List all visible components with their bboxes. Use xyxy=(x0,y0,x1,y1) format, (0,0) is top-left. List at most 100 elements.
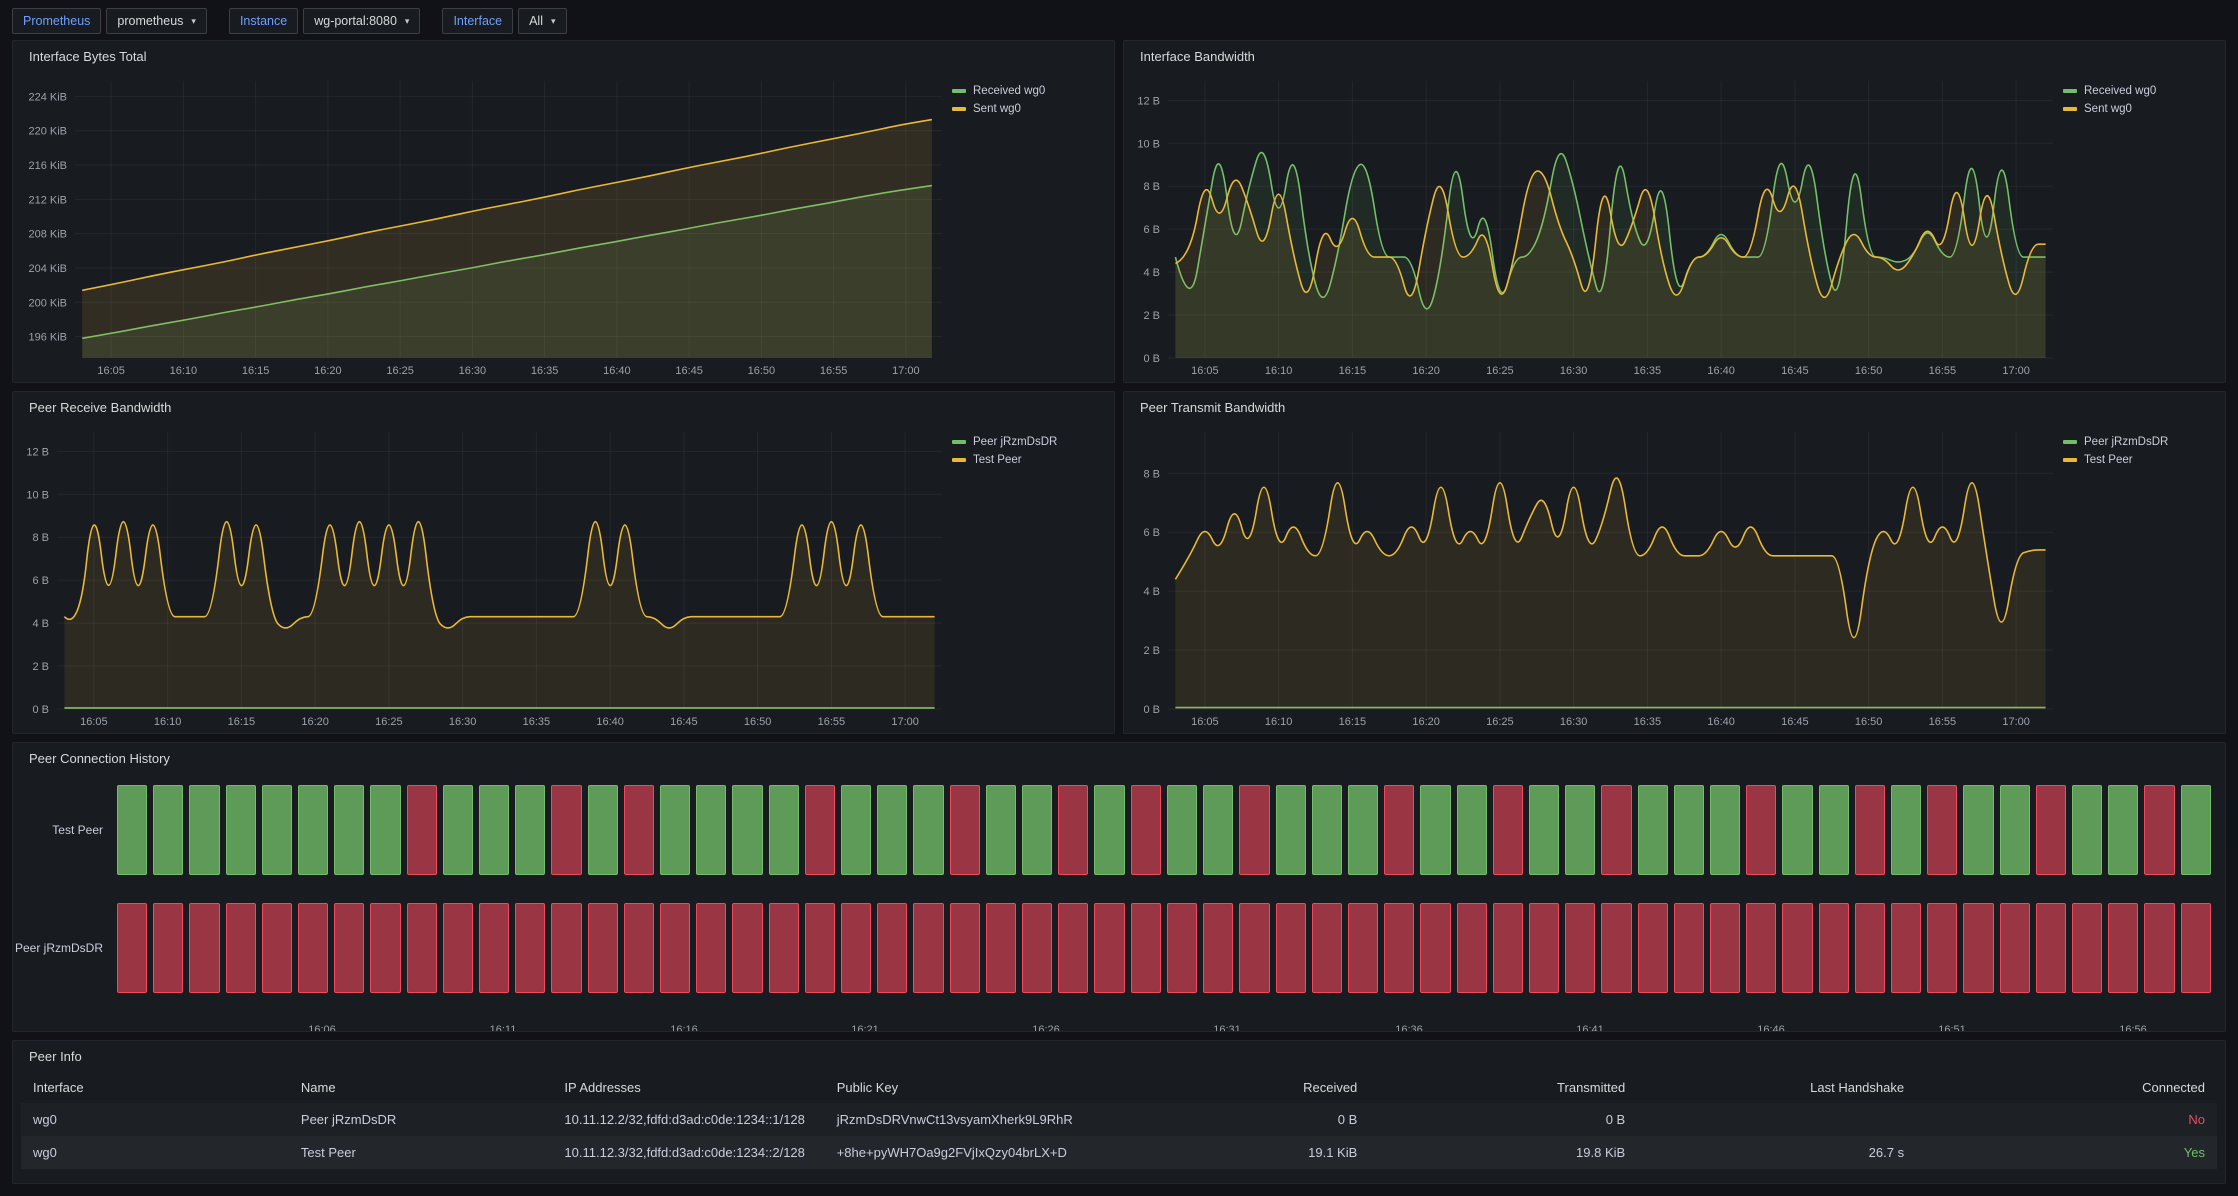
svg-text:16:25: 16:25 xyxy=(386,365,414,377)
panel-title[interactable]: Peer Info xyxy=(13,1041,2225,1071)
panel-title[interactable]: Interface Bandwidth xyxy=(1124,41,2225,71)
svg-text:220 KiB: 220 KiB xyxy=(28,126,67,138)
panel-interface-bytes-total: Interface Bytes Total 16:0516:1016:1516:… xyxy=(12,40,1115,383)
panel-title[interactable]: Peer Transmit Bandwidth xyxy=(1124,392,2225,422)
legend-item[interactable]: Sent wg0 xyxy=(2063,103,2211,115)
col-header-last-handshake[interactable]: Last Handshake xyxy=(1637,1071,1916,1103)
variables-toolbar: Prometheus prometheus ▾ Instance wg-port… xyxy=(0,0,2238,40)
peer-transmit-bandwidth-chart[interactable]: 16:0516:1016:1516:2016:2516:3016:3516:40… xyxy=(1132,422,2059,731)
svg-text:2 B: 2 B xyxy=(1143,310,1160,322)
interface-bandwidth-chart[interactable]: 16:0516:1016:1516:2016:2516:3016:3516:40… xyxy=(1132,71,2059,380)
col-header-connected[interactable]: Connected xyxy=(1916,1071,2217,1103)
timeline-axis-label: 16:56 xyxy=(2119,1024,2147,1032)
state-bar-connected xyxy=(841,785,871,875)
state-bar-disconnected xyxy=(189,903,219,993)
interface-bytes-total-chart[interactable]: 16:0516:1016:1516:2016:2516:3016:3516:40… xyxy=(21,71,948,380)
table-header-row: Interface Name IP Addresses Public Key R… xyxy=(21,1071,2217,1103)
svg-text:12 B: 12 B xyxy=(1137,95,1160,107)
state-bar-disconnected xyxy=(117,903,147,993)
col-header-received[interactable]: Received xyxy=(1123,1071,1369,1103)
svg-text:4 B: 4 B xyxy=(1143,267,1160,279)
legend-item[interactable]: Test Peer xyxy=(2063,454,2211,466)
legend-item[interactable]: Received wg0 xyxy=(2063,85,2211,97)
state-bar-connected xyxy=(2181,785,2211,875)
col-header-name[interactable]: Name xyxy=(289,1071,553,1103)
cell-ip-addresses: 10.11.12.3/32,fdfd:d3ad:c0de:1234::2/128 xyxy=(552,1136,824,1169)
svg-text:16:10: 16:10 xyxy=(170,365,198,377)
timeline-axis-label: 16:46 xyxy=(1757,1024,1785,1032)
chevron-down-icon: ▾ xyxy=(405,17,410,26)
state-bar-connected xyxy=(1819,785,1849,875)
time-series-canvas[interactable]: 16:0516:1016:1516:2016:2516:3016:3516:40… xyxy=(21,422,948,731)
panel-title[interactable]: Peer Receive Bandwidth xyxy=(13,392,1114,422)
svg-text:16:35: 16:35 xyxy=(1634,365,1662,377)
state-bar-disconnected xyxy=(1493,903,1523,993)
series-color-swatch xyxy=(952,89,966,93)
var-value-interface-dropdown[interactable]: All ▾ xyxy=(518,8,566,34)
panel-title[interactable]: Interface Bytes Total xyxy=(13,41,1114,71)
svg-text:16:40: 16:40 xyxy=(596,716,624,728)
time-series-canvas[interactable]: 16:0516:1016:1516:2016:2516:3016:3516:40… xyxy=(21,71,948,380)
svg-text:16:55: 16:55 xyxy=(1929,716,1957,728)
legend: Received wg0 Sent wg0 xyxy=(2059,71,2217,380)
legend-item[interactable]: Peer jRzmDsDR xyxy=(952,436,1100,448)
state-bar-disconnected xyxy=(1855,903,1885,993)
svg-text:16:40: 16:40 xyxy=(1707,365,1735,377)
svg-text:16:55: 16:55 xyxy=(818,716,846,728)
peer-info-table: Interface Name IP Addresses Public Key R… xyxy=(21,1071,2217,1169)
svg-text:16:05: 16:05 xyxy=(1191,365,1219,377)
dashboard-grid: Interface Bytes Total 16:0516:1016:1516:… xyxy=(0,40,2238,1196)
var-value-instance-dropdown[interactable]: wg-portal:8080 ▾ xyxy=(303,8,420,34)
svg-text:16:35: 16:35 xyxy=(1634,716,1662,728)
svg-text:16:50: 16:50 xyxy=(1855,716,1883,728)
panel-title[interactable]: Peer Connection History xyxy=(13,743,2225,773)
svg-text:0 B: 0 B xyxy=(1143,704,1160,716)
timeline-bars[interactable] xyxy=(117,785,2211,875)
state-bar-connected xyxy=(479,785,509,875)
col-header-transmitted[interactable]: Transmitted xyxy=(1369,1071,1637,1103)
state-bar-disconnected xyxy=(1094,903,1124,993)
svg-text:2 B: 2 B xyxy=(32,661,49,673)
state-bar-disconnected xyxy=(1384,785,1414,875)
legend-item[interactable]: Test Peer xyxy=(952,454,1100,466)
timeline-axis-label: 16:06 xyxy=(308,1024,336,1032)
state-bar-disconnected xyxy=(2181,903,2211,993)
series-color-swatch xyxy=(2063,458,2077,462)
svg-text:204 KiB: 204 KiB xyxy=(28,263,67,275)
state-bar-connected xyxy=(696,785,726,875)
peer-receive-bandwidth-chart[interactable]: 16:0516:1016:1516:2016:2516:3016:3516:40… xyxy=(21,422,948,731)
cell-interface: wg0 xyxy=(21,1136,289,1169)
state-bar-disconnected xyxy=(588,903,618,993)
legend-item[interactable]: Sent wg0 xyxy=(952,103,1100,115)
col-header-interface[interactable]: Interface xyxy=(21,1071,289,1103)
svg-text:16:15: 16:15 xyxy=(1339,716,1367,728)
svg-text:6 B: 6 B xyxy=(1143,527,1160,539)
var-group-prometheus: Prometheus prometheus ▾ xyxy=(12,8,207,34)
legend-item[interactable]: Peer jRzmDsDR xyxy=(2063,436,2211,448)
timeline-row: Peer jRzmDsDR xyxy=(13,903,2211,993)
peer-connection-history-timeline[interactable]: Test PeerPeer jRzmDsDR16:0616:1116:1616:… xyxy=(13,773,2225,1031)
state-bar-disconnected xyxy=(1601,903,1631,993)
var-value-prometheus-dropdown[interactable]: prometheus ▾ xyxy=(106,8,207,34)
state-bar-connected xyxy=(1312,785,1342,875)
state-bar-disconnected xyxy=(515,903,545,993)
legend-item[interactable]: Received wg0 xyxy=(952,85,1100,97)
svg-text:16:50: 16:50 xyxy=(748,365,776,377)
state-bar-disconnected xyxy=(805,903,835,993)
time-series-canvas[interactable]: 16:0516:1016:1516:2016:2516:3016:3516:40… xyxy=(1132,71,2059,380)
timeline-bars[interactable] xyxy=(117,903,2211,993)
state-bar-disconnected xyxy=(370,903,400,993)
col-header-public-key[interactable]: Public Key xyxy=(825,1071,1124,1103)
state-bar-connected xyxy=(1348,785,1378,875)
col-header-ip-addresses[interactable]: IP Addresses xyxy=(552,1071,824,1103)
legend-label: Sent wg0 xyxy=(2084,103,2132,115)
state-bar-disconnected xyxy=(153,903,183,993)
svg-text:6 B: 6 B xyxy=(32,575,49,587)
series-color-swatch xyxy=(952,440,966,444)
state-bar-disconnected xyxy=(1819,903,1849,993)
time-series-canvas[interactable]: 16:0516:1016:1516:2016:2516:3016:3516:40… xyxy=(1132,422,2059,731)
state-bar-disconnected xyxy=(334,903,364,993)
panel-peer-connection-history: Peer Connection History Test PeerPeer jR… xyxy=(12,742,2226,1032)
state-bar-connected xyxy=(660,785,690,875)
cell-name: Peer jRzmDsDR xyxy=(289,1103,553,1136)
